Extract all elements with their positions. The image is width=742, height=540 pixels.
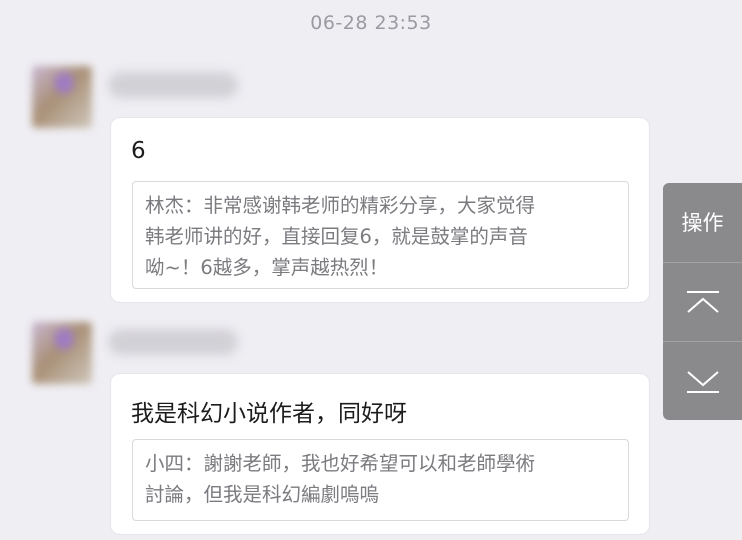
- avatar[interactable]: [32, 322, 92, 384]
- chevron-up-bar-icon: [686, 291, 719, 313]
- message-text: 6: [131, 138, 146, 164]
- avatar[interactable]: [32, 66, 92, 128]
- sender-name: [108, 329, 238, 355]
- message-bubble[interactable]: 我是科幻小说作者，同好呀 小四：謝謝老師，我也好希望可以和老師學術 討論，但我是…: [110, 373, 650, 535]
- side-action-panel: 操作: [663, 183, 742, 420]
- scroll-bottom-button[interactable]: [663, 341, 742, 420]
- quoted-message: 小四：謝謝老師，我也好希望可以和老師學術 討論，但我是科幻編劇嗚嗚: [132, 439, 629, 521]
- quoted-message: 林杰：非常感谢韩老师的精彩分享，大家觉得 韩老师讲的好，直接回复6，就是鼓掌的声…: [132, 181, 629, 289]
- message-bubble[interactable]: 6 林杰：非常感谢韩老师的精彩分享，大家觉得 韩老师讲的好，直接回复6，就是鼓掌…: [110, 117, 650, 303]
- chevron-down-bar-icon: [686, 370, 719, 393]
- scroll-top-button[interactable]: [663, 262, 742, 341]
- sender-name: [108, 72, 238, 98]
- timestamp: 06-28 23:53: [310, 12, 432, 34]
- message-text: 我是科幻小说作者，同好呀: [131, 401, 407, 427]
- operate-button[interactable]: 操作: [663, 183, 742, 261]
